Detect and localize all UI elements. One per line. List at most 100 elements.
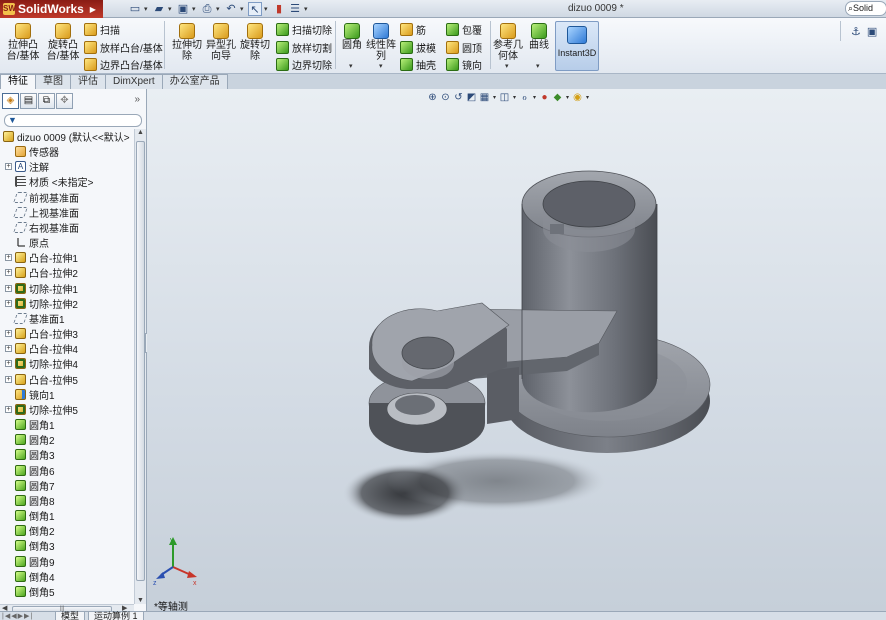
tree-item[interactable]: + 凸台-拉伸4 bbox=[0, 341, 78, 356]
extrude-cut-button[interactable]: 拉伸切 除 bbox=[170, 21, 204, 62]
section-view-icon[interactable]: ◩ bbox=[466, 92, 477, 103]
rebuild-icon[interactable]: ▮ bbox=[272, 2, 286, 16]
tree-item[interactable]: 倒角2 bbox=[0, 523, 55, 538]
display-style-dropdown-icon[interactable]: ▾ bbox=[512, 94, 517, 101]
undo-dropdown-icon[interactable]: ▾ bbox=[240, 5, 246, 13]
part-model[interactable] bbox=[147, 89, 886, 611]
view-orientation-icon[interactable]: ▦ bbox=[479, 92, 490, 103]
print-dropdown-icon[interactable]: ▾ bbox=[216, 5, 222, 13]
expand-icon[interactable]: + bbox=[5, 360, 12, 368]
tree-item[interactable]: 圆角3 bbox=[0, 447, 55, 462]
boundary-boss-button[interactable]: 边界凸台/基体 bbox=[84, 56, 163, 72]
feature-manager-icon[interactable]: ◈ bbox=[2, 93, 19, 109]
expand-icon[interactable]: + bbox=[5, 375, 12, 383]
rib-button[interactable]: 筋 bbox=[400, 21, 426, 37]
expand-icon[interactable]: + bbox=[5, 284, 12, 292]
hole-wizard-button[interactable]: 异型孔 向导 bbox=[204, 21, 238, 62]
mirror-button[interactable]: 镜向 bbox=[446, 56, 482, 72]
zoom-area-icon[interactable]: ⊙ bbox=[440, 92, 451, 103]
search-solidworks-help[interactable]: ⌕Solid bbox=[845, 1, 886, 16]
tab-nav-arrows-icon[interactable]: |◀◀▶▶| bbox=[2, 612, 33, 620]
select-dropdown-icon[interactable]: ▾ bbox=[264, 5, 270, 13]
reference-geometry-button[interactable]: 参考几 何体 bbox=[493, 21, 523, 62]
tree-vertical-scroll-thumb[interactable] bbox=[136, 141, 145, 581]
options-icon[interactable]: ☰ bbox=[288, 2, 302, 16]
scroll-down-icon[interactable]: ▼ bbox=[135, 597, 146, 604]
expand-icon[interactable]: + bbox=[5, 405, 12, 413]
tree-item[interactable]: 倒角1 bbox=[0, 508, 55, 523]
expand-icon[interactable]: + bbox=[5, 345, 12, 353]
previous-view-icon[interactable]: ↺ bbox=[453, 92, 464, 103]
expand-icon[interactable]: + bbox=[5, 299, 12, 307]
property-manager-icon[interactable]: ▤ bbox=[20, 93, 37, 109]
configuration-manager-icon[interactable]: ⧉ bbox=[38, 93, 55, 109]
edit-appearance-icon[interactable]: ● bbox=[539, 92, 550, 103]
graphics-area[interactable]: ⊕ ⊙ ↺ ◩ ▦ ▾ ◫ ▾ ℴ ▾ ● ◆ ▾ ◉ ▾ y x z *等轴测 bbox=[147, 89, 886, 611]
save-dropdown-icon[interactable]: ▾ bbox=[192, 5, 198, 13]
tree-item[interactable]: 镜向1 bbox=[0, 387, 55, 402]
tree-item[interactable]: 圆角7 bbox=[0, 478, 55, 493]
tree-item[interactable]: + 凸台-拉伸2 bbox=[0, 265, 78, 280]
tree-item[interactable]: 传感器 bbox=[0, 144, 59, 159]
tab-dimxpert[interactable]: DimXpert bbox=[105, 74, 163, 89]
display-style-icon[interactable]: ◫ bbox=[499, 92, 510, 103]
draft-button[interactable]: 拔模 bbox=[400, 39, 436, 55]
tree-item[interactable]: 圆角9 bbox=[0, 554, 55, 569]
tab-office-products[interactable]: 办公室产品 bbox=[161, 74, 228, 89]
app-logo-menu[interactable]: SW SolidWorks ▶ bbox=[0, 0, 103, 18]
tab-sketch[interactable]: 草图 bbox=[35, 74, 71, 89]
print-icon[interactable]: ⎙ bbox=[200, 2, 214, 16]
tree-item[interactable]: 圆角2 bbox=[0, 432, 55, 447]
view-orientation-dropdown-icon[interactable]: ▾ bbox=[492, 94, 497, 101]
tab-model[interactable]: 模型 bbox=[55, 612, 86, 620]
apply-scene-dropdown-icon[interactable]: ▾ bbox=[565, 94, 570, 101]
panel-more-button[interactable]: » bbox=[134, 94, 140, 105]
tab-motion-study[interactable]: 运动算例 1 bbox=[88, 612, 144, 620]
pattern-dropdown-icon[interactable]: ▾ bbox=[379, 62, 383, 70]
tree-item[interactable]: 原点 bbox=[0, 235, 49, 250]
curves-dropdown-icon[interactable]: ▾ bbox=[536, 62, 540, 70]
tree-vertical-scrollbar[interactable]: ▲ ▼ bbox=[134, 129, 146, 604]
loft-button[interactable]: 放样凸台/基体 bbox=[84, 39, 163, 55]
tree-item[interactable]: 圆角6 bbox=[0, 463, 55, 478]
shell-button[interactable]: 抽壳 bbox=[400, 56, 436, 72]
view-settings-icon[interactable]: ◉ bbox=[572, 92, 583, 103]
scroll-up-icon[interactable]: ▲ bbox=[135, 129, 146, 136]
expand-icon[interactable]: + bbox=[5, 269, 12, 277]
tree-item[interactable]: 上视基准面 bbox=[0, 205, 79, 220]
new-dropdown-icon[interactable]: ▾ bbox=[144, 5, 150, 13]
curves-button[interactable]: 曲线 bbox=[526, 21, 552, 51]
undo-icon[interactable]: ↶ bbox=[224, 2, 238, 16]
tree-item[interactable]: 倒角3 bbox=[0, 538, 55, 553]
fillet-dropdown-icon[interactable]: ▾ bbox=[349, 62, 353, 70]
new-icon[interactable]: ▭ bbox=[128, 2, 142, 16]
dimxpert-manager-icon[interactable]: ✥ bbox=[56, 93, 73, 109]
extrude-boss-button[interactable]: 拉伸凸 台/基体 bbox=[4, 21, 42, 62]
expand-icon[interactable]: + bbox=[5, 254, 12, 262]
swept-cut-button[interactable]: 扫描切除 bbox=[276, 21, 332, 37]
dome-button[interactable]: 圆顶 bbox=[446, 39, 482, 55]
expand-icon[interactable]: + bbox=[5, 330, 12, 338]
tree-item[interactable]: + 切除-拉伸1 bbox=[0, 281, 78, 296]
tab-features[interactable]: 特征 bbox=[0, 74, 36, 89]
tree-item[interactable]: 倒角4 bbox=[0, 569, 55, 584]
zoom-to-fit-icon[interactable]: ⊕ bbox=[427, 92, 438, 103]
open-icon[interactable]: ▰ bbox=[152, 2, 166, 16]
tree-item[interactable]: 圆角8 bbox=[0, 493, 55, 508]
sweep-button[interactable]: 扫描 bbox=[84, 21, 120, 37]
anchor-icon[interactable]: ⚓ bbox=[851, 25, 861, 38]
tree-item[interactable]: 基准面1 bbox=[0, 311, 65, 326]
fillet-button[interactable]: 圆角 bbox=[339, 21, 365, 51]
tree-filter-input[interactable]: ▼ bbox=[4, 114, 142, 127]
options-dropdown-icon[interactable]: ▾ bbox=[304, 5, 310, 13]
tree-item[interactable]: 材质 <未指定> bbox=[0, 174, 93, 189]
select-icon[interactable]: ↖ bbox=[248, 2, 262, 16]
expand-icon[interactable]: + bbox=[5, 163, 12, 171]
tree-item[interactable]: + 凸台-拉伸1 bbox=[0, 250, 78, 265]
lofted-cut-button[interactable]: 放样切割 bbox=[276, 39, 332, 55]
tree-item[interactable]: 圆角1 bbox=[0, 417, 55, 432]
boundary-cut-button[interactable]: 边界切除 bbox=[276, 56, 332, 72]
linear-pattern-button[interactable]: 线性阵 列 bbox=[366, 21, 396, 62]
tree-item[interactable]: 倒角5 bbox=[0, 584, 55, 599]
wrap-button[interactable]: 包覆 bbox=[446, 21, 482, 37]
